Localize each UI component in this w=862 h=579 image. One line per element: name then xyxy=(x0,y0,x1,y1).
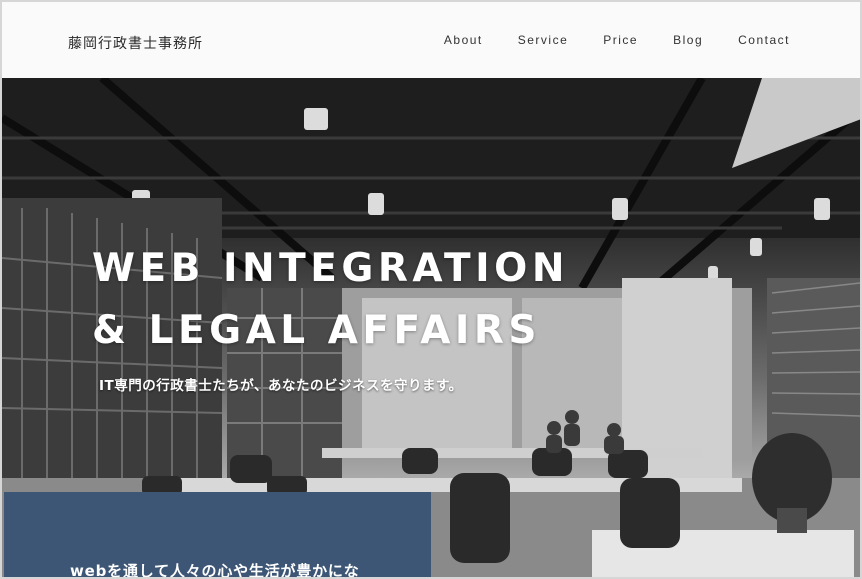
hero-subtitle: IT専門の行政書士たちが、あなたのビジネスを守ります。 xyxy=(99,378,463,394)
nav-service[interactable]: Service xyxy=(518,33,569,47)
nav-price[interactable]: Price xyxy=(603,33,638,47)
page-frame: 藤岡行政書士事務所 About Service Price Blog Conta… xyxy=(0,0,862,579)
hero-title-line2: & LEGAL AFFAIRS xyxy=(92,308,542,353)
main-nav: About Service Price Blog Contact xyxy=(444,33,790,47)
hero-title-line1: WEB INTEGRATION xyxy=(92,246,569,291)
hero-section: WEB INTEGRATION & LEGAL AFFAIRS IT専門の行政書… xyxy=(2,78,860,577)
hero-title: WEB INTEGRATION & LEGAL AFFAIRS xyxy=(92,238,569,362)
nav-blog[interactable]: Blog xyxy=(673,33,703,47)
nav-about[interactable]: About xyxy=(444,33,483,47)
site-logo[interactable]: 藤岡行政書士事務所 xyxy=(68,33,203,53)
intro-panel: webを通して人々の心や生活が豊かにな xyxy=(4,492,431,577)
nav-contact[interactable]: Contact xyxy=(738,33,790,47)
site-header: 藤岡行政書士事務所 About Service Price Blog Conta… xyxy=(2,2,860,78)
intro-text: webを通して人々の心や生活が豊かにな xyxy=(70,562,360,577)
